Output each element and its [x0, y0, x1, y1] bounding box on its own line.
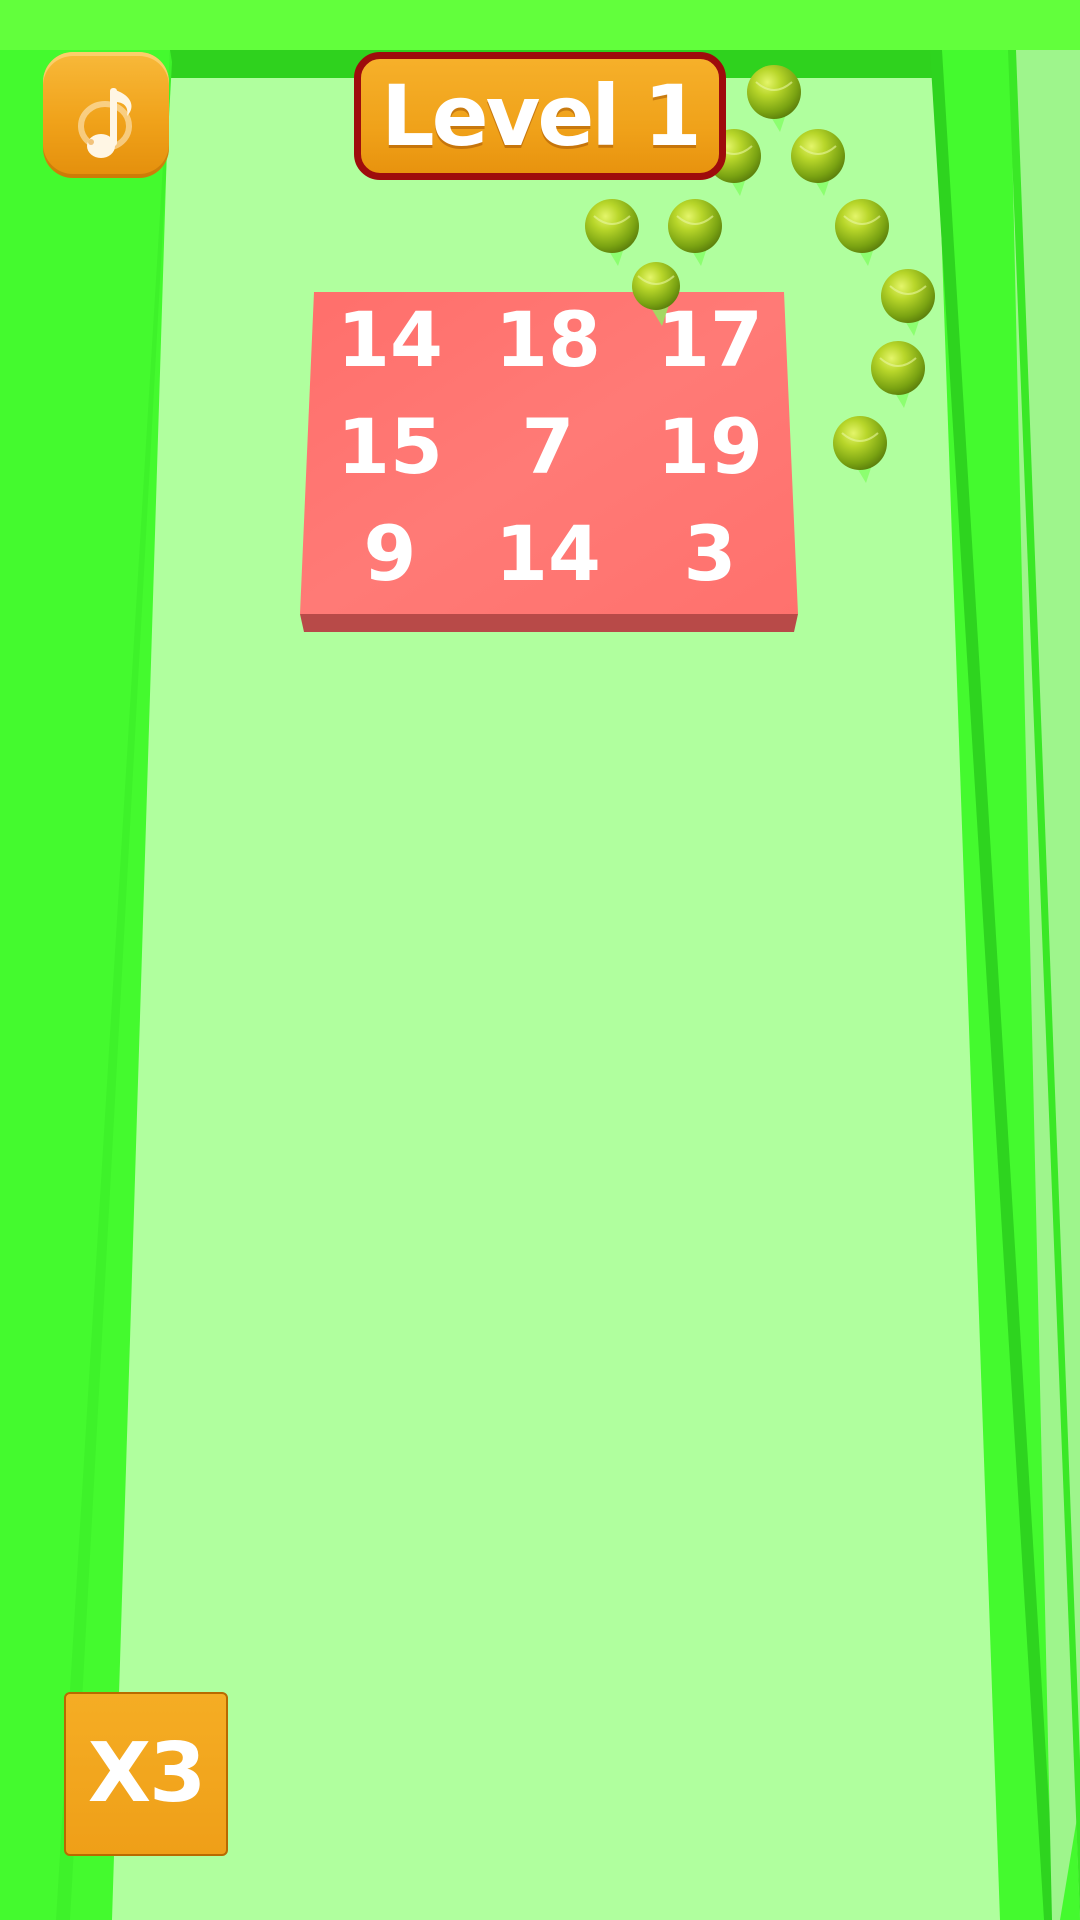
ball-sphere — [791, 129, 845, 183]
game-scene: 14 18 17 15 7 19 9 14 3 — [0, 0, 1080, 1920]
ball-sphere — [835, 199, 889, 253]
music-note-icon — [78, 88, 132, 158]
ball-sphere — [871, 341, 925, 395]
board-edge — [300, 614, 798, 632]
board-cell-number: 17 — [657, 295, 763, 384]
board-cell-number: 9 — [364, 509, 417, 598]
multiplier-label: X3 — [87, 1726, 206, 1821]
level-banner: Level 1 — [354, 52, 726, 180]
board-cell-number: 15 — [337, 402, 443, 491]
board-cell-number: 3 — [684, 509, 737, 598]
board-cell-number: 14 — [337, 295, 443, 384]
level-label: Level 1 — [381, 67, 702, 165]
number-board: 14 18 17 15 7 19 9 14 3 — [300, 292, 798, 632]
back-wall — [0, 0, 1080, 50]
board-cell-number: 18 — [495, 295, 601, 384]
board-cell-number: 19 — [657, 402, 763, 491]
board-cell-number: 7 — [522, 402, 575, 491]
ball-sphere — [632, 262, 680, 310]
ball-sphere — [585, 199, 639, 253]
ball-sphere — [833, 416, 887, 470]
ball-sphere — [881, 269, 935, 323]
ball-sphere — [668, 199, 722, 253]
board-cell-number: 14 — [495, 509, 601, 598]
board-cells: 14 18 17 15 7 19 9 14 3 — [337, 295, 763, 598]
music-toggle-button[interactable] — [43, 52, 169, 178]
multiplier-button[interactable]: X3 — [64, 1692, 228, 1856]
game-screen: 14 18 17 15 7 19 9 14 3 Level 1 X3 — [0, 0, 1080, 1920]
ball-sphere — [747, 65, 801, 119]
